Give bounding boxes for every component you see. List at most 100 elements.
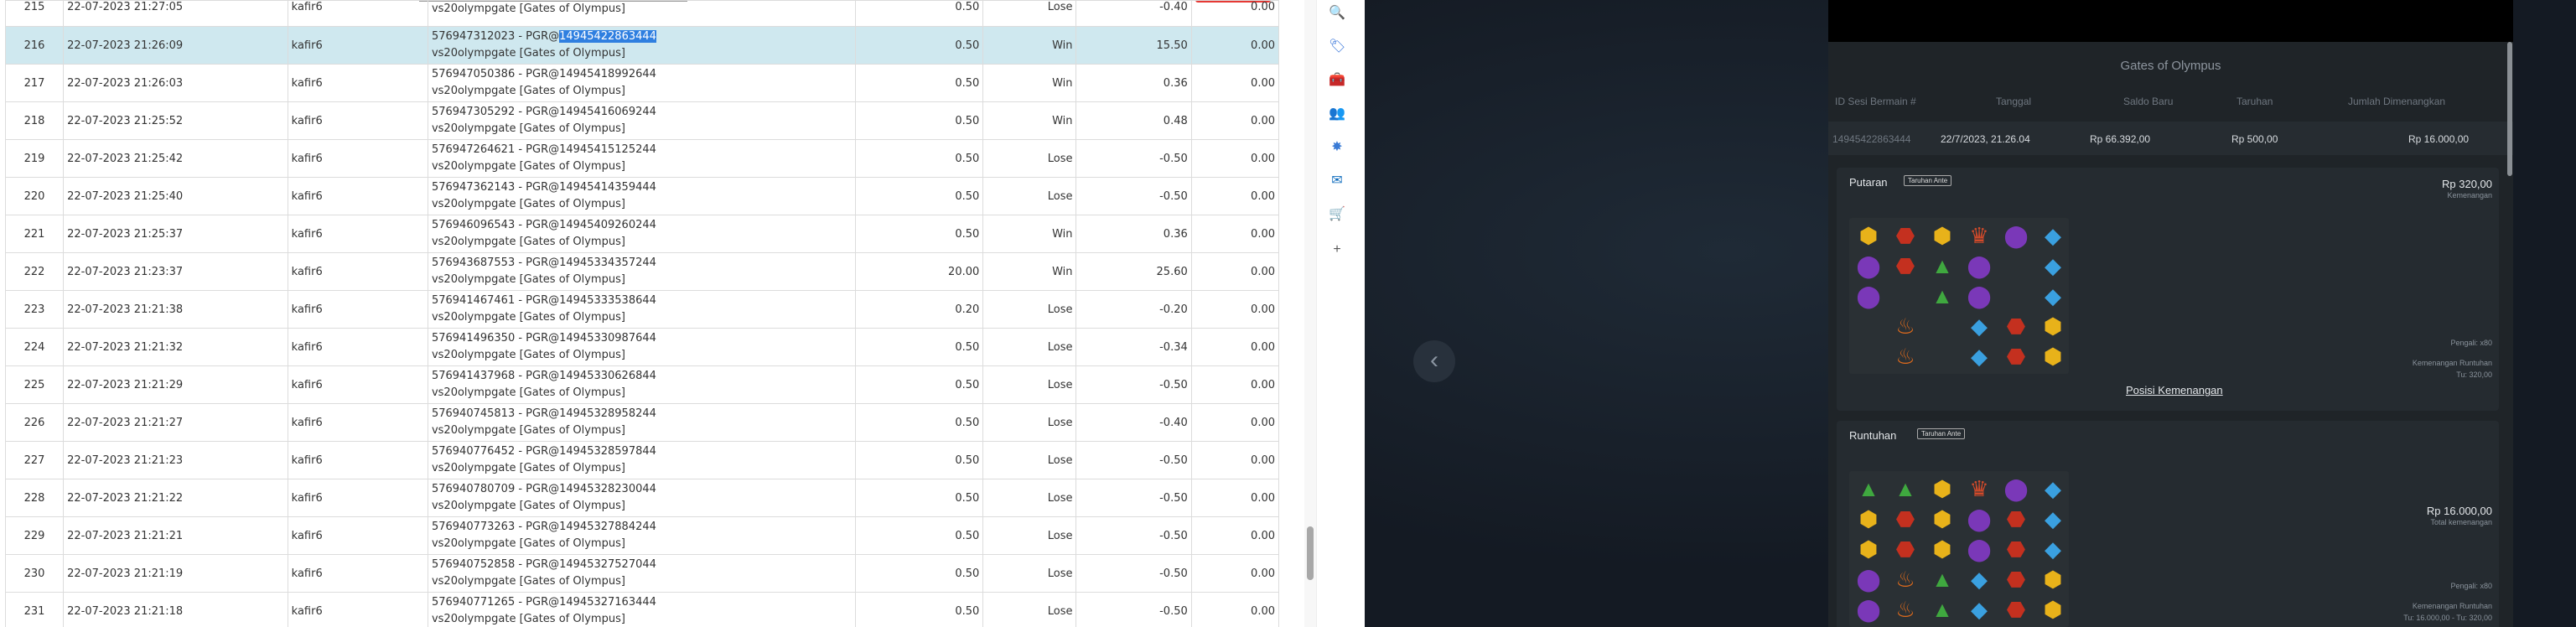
row-winloss: 0.36: [1075, 215, 1192, 253]
shopping-icon[interactable]: 🛒: [1329, 206, 1345, 223]
row-result: Lose: [982, 177, 1077, 215]
blue-gem-icon: ◆: [2045, 223, 2061, 248]
row-result: Lose: [982, 290, 1077, 329]
green-gem-icon: ▲: [1894, 476, 1916, 501]
row-description: 576940752858 - PGR@14945327527044 vs20oly…: [427, 554, 856, 593]
people-icon[interactable]: 👥: [1329, 106, 1345, 122]
add-icon[interactable]: +: [1329, 241, 1345, 258]
table-row[interactable]: 223 22-07-2023 21:21:38 kafir6 576941467461…: [4, 290, 1280, 329]
row-bet: 0.50: [854, 365, 984, 404]
row-number: 227: [4, 441, 65, 479]
tumble-note: Kemenangan Runtuhan: [2412, 602, 2492, 610]
round-id: 576941496350 - PGR@14945330987644: [431, 332, 656, 345]
table-row[interactable]: 219 22-07-2023 21:25:42 kafir6 576947264621…: [4, 139, 1280, 178]
row-winloss: -0.50: [1075, 365, 1192, 404]
ruby-gem-icon: ⬣: [2006, 597, 2026, 622]
outlook-icon[interactable]: ✉: [1329, 173, 1345, 189]
spin-amount-caption: Kemenangan: [2447, 191, 2492, 200]
spin-label: Putaran: [1849, 176, 1888, 189]
table-row[interactable]: 216 22-07-2023 21:26:09 kafir6 576947312023…: [4, 26, 1280, 65]
table-row[interactable]: 221 22-07-2023 21:25:37 kafir6 576946096543…: [4, 215, 1280, 253]
table-row[interactable]: 225 22-07-2023 21:21:29 kafir6 576941437968…: [4, 365, 1280, 404]
chalice-gem-icon: ♨: [1895, 314, 1915, 339]
table-row[interactable]: 230 22-07-2023 21:21:19 kafir6 576940752858…: [4, 554, 1280, 593]
scrollbar-thumb[interactable]: [1307, 526, 1314, 580]
row-bet: 0.50: [854, 215, 984, 253]
game-code: vs20olympgate [Gates of Olympus]: [431, 236, 625, 248]
value-new-balance: Rp 66.392,00: [2090, 133, 2151, 145]
highlighted-session-id[interactable]: 14945422863444: [559, 30, 656, 43]
row-date: 22-07-2023 21:21:18: [63, 592, 288, 627]
ruby-gem-icon: ⬣: [1895, 506, 1915, 531]
row-winloss: -0.50: [1075, 479, 1192, 517]
row-description: 576947305292 - PGR@14945416069244 vs20oly…: [427, 101, 856, 140]
hex-gem-icon: ⬢: [2043, 597, 2063, 622]
row-balance: 0.00: [1190, 0, 1280, 27]
table-row[interactable]: 231 22-07-2023 21:21:18 kafir6 576940771265…: [4, 592, 1280, 627]
row-balance: 0.00: [1190, 101, 1280, 140]
table-row[interactable]: 228 22-07-2023 21:21:22 kafir6 576940780709…: [4, 479, 1280, 517]
crown-gem-icon: ♛: [1969, 476, 1989, 501]
purple-gem-icon: ⬤: [1967, 253, 1992, 278]
value-bet: Rp 500,00: [2231, 133, 2278, 145]
panel-top-bar: [1828, 0, 2513, 42]
row-date: 22-07-2023 21:25:52: [63, 101, 288, 140]
game-code: vs20olympgate [Gates of Olympus]: [431, 160, 625, 173]
winning-positions-link[interactable]: Posisi Kemenangan: [2126, 384, 2223, 396]
panel-scrollbar[interactable]: [2507, 42, 2512, 627]
copilot-icon[interactable]: ✸: [1329, 139, 1345, 156]
row-user: kafir6: [287, 215, 428, 253]
table-row[interactable]: 217 22-07-2023 21:26:03 kafir6 576947050386…: [4, 64, 1280, 102]
row-description: 576940773263 - PGR@14945327884244 vs20oly…: [427, 516, 856, 555]
header-date: Tanggal: [1996, 96, 2032, 107]
row-date: 22-07-2023 21:21:21: [63, 516, 288, 555]
row-result: Lose: [982, 479, 1077, 517]
round-detail-panel: Gates of Olympus ID Sesi Bermain # Tangg…: [1828, 0, 2513, 627]
panel-scrollbar-thumb[interactable]: [2507, 42, 2512, 176]
transaction-table: 215 22-07-2023 21:27:05 kafir6 vs20olympgat…: [4, 0, 1280, 627]
purple-gem-icon: ⬤: [1967, 536, 1992, 562]
row-user: kafir6: [287, 328, 428, 366]
table-row[interactable]: 218 22-07-2023 21:25:52 kafir6 576947305292…: [4, 101, 1280, 140]
ruby-gem-icon: ⬣: [1895, 536, 1915, 562]
row-winloss: -0.50: [1075, 554, 1192, 593]
row-user: kafir6: [287, 554, 428, 593]
tumble-amount: Rp 16.000,00: [2426, 505, 2492, 517]
table-row[interactable]: 224 22-07-2023 21:21:32 kafir6 576941496350…: [4, 328, 1280, 366]
tag-icon[interactable]: 🏷: [1329, 39, 1345, 55]
row-date: 22-07-2023 21:25:40: [63, 177, 288, 215]
row-balance: 0.00: [1190, 441, 1280, 479]
row-balance: 0.00: [1190, 26, 1280, 65]
row-number: 228: [4, 479, 65, 517]
row-winloss: 0.48: [1075, 101, 1192, 140]
table-row[interactable]: 229 22-07-2023 21:21:21 kafir6 576940773263…: [4, 516, 1280, 555]
crown-gem-icon: ♛: [1969, 223, 1989, 248]
hex-gem-icon: ⬢: [1858, 506, 1879, 531]
row-winloss: -0.50: [1075, 441, 1192, 479]
table-row[interactable]: 226 22-07-2023 21:21:27 kafir6 576940745813…: [4, 403, 1280, 442]
toolbox-icon[interactable]: 🧰: [1329, 72, 1345, 89]
purple-gem-icon: ⬤: [1856, 283, 1881, 308]
row-result: Lose: [982, 441, 1077, 479]
game-code: vs20olympgate [Gates of Olympus]: [431, 462, 625, 474]
row-description: 576940771265 - PGR@14945327163444 vs20oly…: [427, 592, 856, 627]
browser-side-toolbar: 🔍 🏷 🧰 👥 ✸ ✉ 🛒 +: [1316, 0, 1354, 627]
page-scrollbar[interactable]: [1304, 0, 1316, 627]
row-bet: 0.50: [854, 516, 984, 555]
row-bet: 0.50: [854, 101, 984, 140]
row-number: 223: [4, 290, 65, 329]
blue-gem-icon: ◆: [1971, 567, 1988, 592]
table-row[interactable]: 215 22-07-2023 21:27:05 kafir6 vs20olympgat…: [4, 0, 1280, 27]
table-row[interactable]: 227 22-07-2023 21:21:23 kafir6 576940776452…: [4, 441, 1280, 479]
search-icon[interactable]: 🔍: [1329, 5, 1345, 22]
row-date: 22-07-2023 21:26:03: [63, 64, 288, 102]
row-result: Lose: [982, 0, 1077, 27]
row-date: 22-07-2023 21:21:27: [63, 403, 288, 442]
row-winloss: -0.40: [1075, 0, 1192, 27]
previous-arrow-button[interactable]: ‹: [1413, 340, 1455, 382]
row-user: kafir6: [287, 139, 428, 178]
table-row[interactable]: 220 22-07-2023 21:25:40 kafir6 576947362143…: [4, 177, 1280, 215]
table-row[interactable]: 222 22-07-2023 21:23:37 kafir6 576943687553…: [4, 252, 1280, 291]
row-description: 576947050386 - PGR@14945418992644 vs20oly…: [427, 64, 856, 102]
row-bet: 0.50: [854, 592, 984, 627]
